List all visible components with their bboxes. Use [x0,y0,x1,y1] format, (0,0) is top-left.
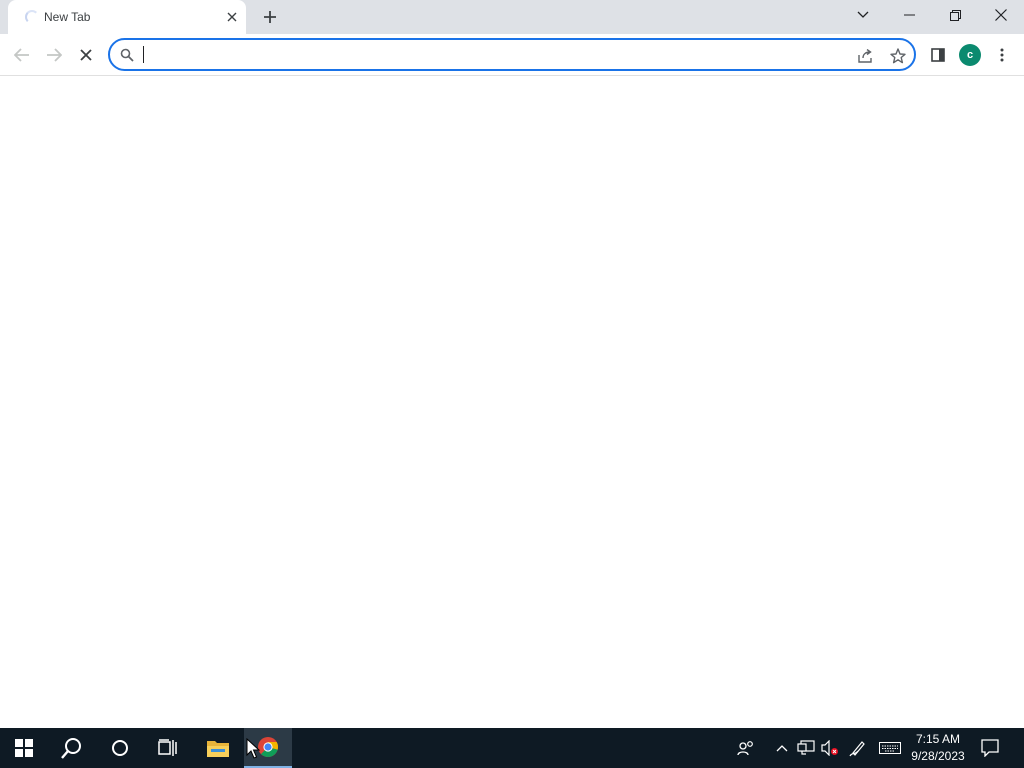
profile-initial: c [966,49,974,61]
omnibox[interactable] [108,38,916,71]
volume-muted-icon[interactable] [820,738,840,758]
minimize-icon [903,14,915,16]
profile-avatar[interactable]: c [959,44,981,66]
people-icon[interactable] [736,738,756,758]
clock-date: 9/28/2023 [911,749,965,763]
side-panel-icon [931,48,945,62]
more-vertical-icon [1000,48,1004,62]
browser-toolbar: c [0,34,1024,76]
chevron-up-icon[interactable] [772,738,792,758]
side-panel-button[interactable] [924,41,952,69]
keyboard-icon[interactable] [878,738,902,758]
arrow-left-icon [14,48,29,62]
cortana-button[interactable] [96,728,144,768]
task-view-icon [158,739,177,756]
network-icon[interactable] [796,738,816,758]
restore-icon [949,9,961,21]
taskbar-clock[interactable]: 7:15 AM 9/28/2023 [904,731,972,765]
arrow-right-icon [47,48,62,62]
loading-spinner-icon [25,10,39,24]
stop-loading-button[interactable] [72,41,100,69]
new-tab-button[interactable] [258,5,282,29]
pen-icon[interactable] [848,738,868,758]
back-button[interactable] [8,41,36,69]
browser-menu-button[interactable] [988,41,1016,69]
mouse-pointer-icon [246,738,260,759]
address-input[interactable] [142,44,842,66]
folder-icon [207,741,229,757]
taskbar: 7:15 AM 9/28/2023 [0,728,1024,768]
circle-icon [112,740,128,756]
notification-icon[interactable] [980,738,1000,758]
minimize-button[interactable] [886,0,932,30]
text-caret [143,46,144,63]
search-icon [61,738,81,759]
star-icon[interactable] [888,46,908,66]
tab-strip: New Tab [0,0,1024,34]
start-button[interactable] [0,728,48,768]
chevron-down-icon [857,11,869,18]
windows-icon [15,739,33,757]
search-icon [120,48,134,62]
tab-new-tab[interactable]: New Tab [8,0,246,34]
plus-icon [264,11,276,23]
taskbar-app-file-explorer[interactable] [194,728,242,768]
task-view-button[interactable] [144,728,192,768]
page-content [0,77,1024,728]
chrome-icon [258,737,279,757]
clock-time: 7:15 AM [915,732,961,746]
taskbar-search-button[interactable] [48,728,96,768]
forward-button[interactable] [40,41,68,69]
share-icon[interactable] [856,46,876,66]
restore-button[interactable] [932,0,978,30]
stop-icon [80,49,92,61]
tab-title: New Tab [44,10,91,24]
tab-search-button[interactable] [840,0,886,30]
close-icon [995,9,1007,21]
close-window-button[interactable] [978,0,1024,30]
tab-close-icon[interactable] [222,7,242,27]
